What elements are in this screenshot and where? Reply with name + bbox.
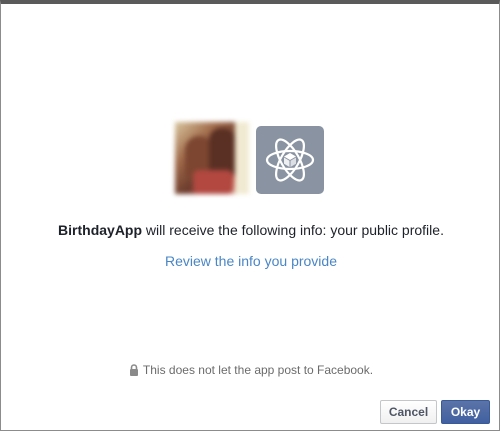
permission-message: BirthdayApp will receive the following i…: [1, 222, 501, 238]
notice-text: This does not let the app post to Facebo…: [142, 363, 374, 377]
permission-dialog: BirthdayApp will receive the following i…: [0, 0, 500, 431]
cancel-button[interactable]: Cancel: [380, 400, 437, 424]
no-post-notice: This does not let the app post to Facebo…: [1, 363, 501, 379]
okay-button[interactable]: Okay: [441, 400, 490, 424]
user-profile-photo: [175, 122, 249, 194]
review-info-link[interactable]: Review the info you provide: [1, 253, 501, 269]
permission-text: will receive the following info: your pu…: [142, 222, 444, 238]
app-icon: [256, 126, 324, 194]
lock-icon: [129, 364, 139, 379]
app-name: BirthdayApp: [58, 222, 143, 238]
atom-cube-icon: [265, 138, 315, 182]
avatars-row: [175, 122, 324, 194]
